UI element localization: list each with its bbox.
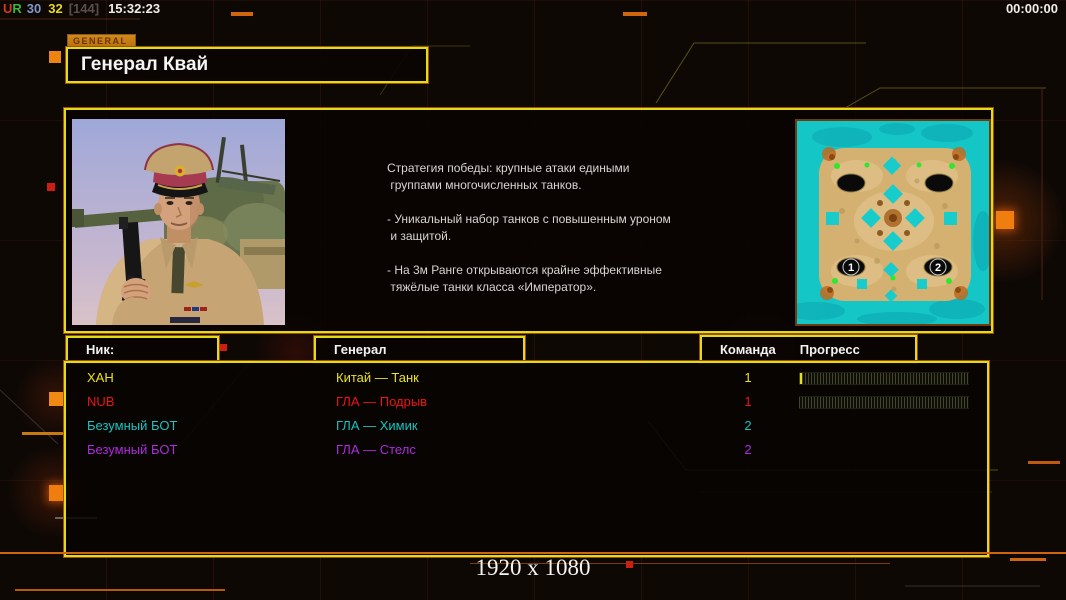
start-position-marker: 2	[923, 257, 953, 277]
player-team: 2	[744, 442, 752, 457]
general-title-box: Генерал Квай	[66, 47, 428, 83]
player-nick: Безумный БОТ	[87, 418, 178, 433]
general-description: Стратегия победы: крупные атаки едиными …	[387, 161, 671, 294]
player-team: 1	[744, 370, 752, 385]
overlay-fps-value: 30	[26, 1, 42, 16]
decor-dash	[231, 12, 253, 16]
player-team: 1	[744, 394, 752, 409]
decor-square-orange	[996, 211, 1014, 229]
player-general: ГЛА — Подрыв	[336, 394, 428, 409]
progress-cursor	[800, 373, 802, 384]
column-header-progress: Прогресс	[799, 341, 860, 357]
column-header-nick: Ник:	[66, 336, 219, 363]
decor-square-orange	[49, 485, 65, 501]
player-nick: ХАН	[87, 370, 114, 385]
player-team: 2	[744, 418, 752, 433]
player-nick: Безумный БОТ	[87, 442, 178, 457]
decor-square-red	[220, 344, 227, 351]
general-portrait	[72, 119, 285, 325]
marker-1-label: 1	[848, 262, 854, 274]
player-row: Безумный БОТ ГЛА — Химик 2	[66, 414, 987, 438]
decor-dash	[15, 589, 225, 591]
player-row: NUB ГЛА — Подрыв 1	[66, 390, 987, 414]
player-row: ХАН Китай — Танк 1	[66, 366, 987, 390]
players-table: ХАН Китай — Танк 1 NUB ГЛА — Подрыв 1 Бе…	[64, 361, 989, 557]
player-nick: NUB	[87, 394, 115, 409]
column-header-team: Команда	[720, 341, 776, 357]
progress-bar	[799, 372, 969, 385]
general-name: Генерал Квай	[81, 54, 209, 75]
overlay-ur-label: UR	[3, 1, 22, 16]
overlay-ms-value: 32	[48, 1, 63, 16]
resolution-label: 1920 x 1080	[475, 555, 591, 580]
overlay-cap-value: [144]	[68, 1, 100, 16]
overlay-clock: 15:32:23	[108, 1, 161, 16]
column-header-team-progress: Команда Прогресс	[700, 335, 917, 363]
start-position-marker: 1	[836, 257, 866, 277]
column-header-general: Генерал	[314, 336, 525, 363]
decor-square-orange	[49, 392, 63, 406]
map-preview: 1 2	[795, 119, 991, 326]
decor-dash	[623, 12, 647, 16]
progress-bar	[799, 396, 969, 409]
briefing-panel: Стратегия победы: крупные атаки едиными …	[64, 108, 993, 333]
player-general: ГЛА — Стелс	[336, 442, 416, 457]
decor-dash	[22, 432, 65, 435]
decor-square-red	[47, 183, 55, 191]
performance-overlay: UR 30 32 [144] 15:32:23	[3, 1, 165, 16]
game-timer: 00:00:00	[1005, 1, 1058, 16]
player-row: Безумный БОТ ГЛА — Стелс 2	[66, 438, 987, 462]
player-general: ГЛА — Химик	[336, 418, 418, 433]
decor-square-orange	[49, 51, 61, 63]
decor-dash	[1028, 461, 1060, 464]
player-general: Китай — Танк	[336, 370, 419, 385]
marker-2-label: 2	[935, 262, 941, 274]
general-tab-label: GENERAL	[67, 34, 136, 48]
footer-divider-line	[0, 552, 1066, 554]
